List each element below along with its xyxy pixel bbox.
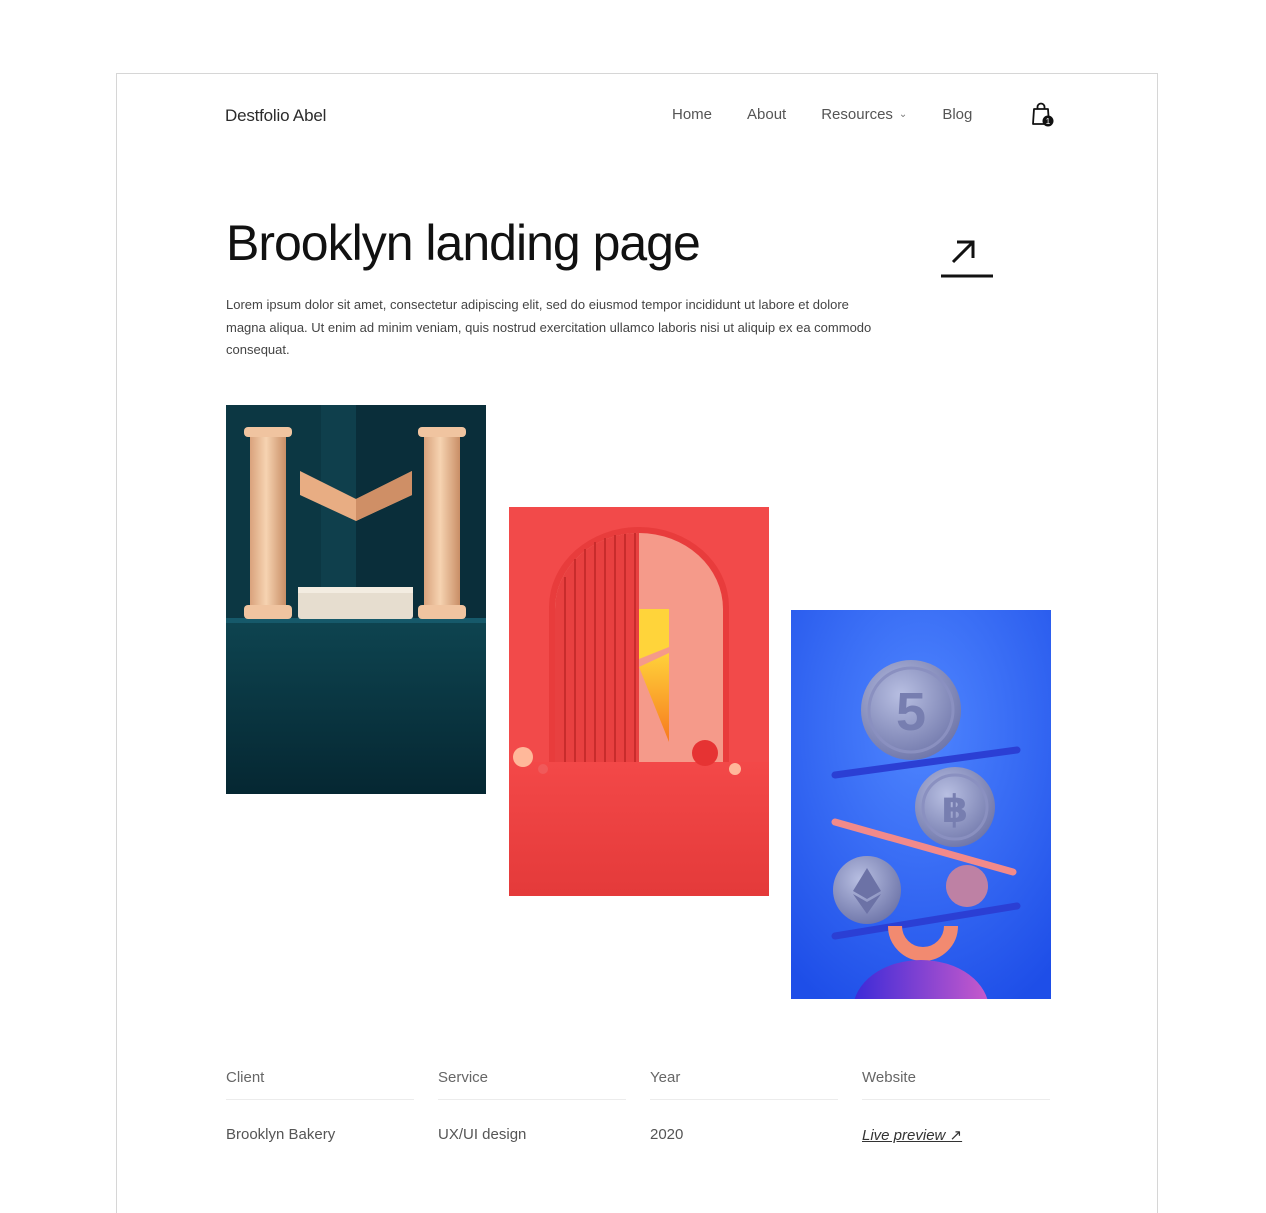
meta-year-value: 2020: [650, 1126, 684, 1143]
nav-blog-label: Blog: [942, 106, 973, 123]
nav-home[interactable]: Home: [672, 106, 712, 123]
meta-year-label: Year: [650, 1069, 838, 1100]
nav-about-label: About: [747, 106, 787, 123]
chevron-down-icon: ⌄: [898, 109, 908, 120]
meta-service-value: UX/UI design: [438, 1126, 527, 1143]
nav-home-label: Home: [672, 106, 713, 123]
meta-client-value: Brooklyn Bakery: [226, 1126, 336, 1143]
nav-resources-label: Resources: [821, 106, 893, 123]
gallery-image-arch[interactable]: [509, 507, 769, 896]
nav-resources[interactable]: Resources ⌄: [821, 106, 907, 123]
external-link-button[interactable]: [939, 226, 995, 282]
svg-text:฿: ฿: [942, 787, 968, 831]
main-nav: Home About Resources ⌄ Blog: [672, 106, 1007, 123]
coin-numeral: 5: [896, 682, 926, 742]
gallery-image-columns[interactable]: [226, 405, 486, 794]
meta-client: Client Brooklyn Bakery: [226, 1069, 414, 1143]
cart-count: 1: [1046, 117, 1051, 126]
meta-service-label: Service: [438, 1069, 626, 1100]
meta-client-label: Client: [226, 1069, 414, 1100]
page-frame: Destfolio Abel Home About Resources ⌄ Blo…: [116, 73, 1158, 1213]
meta-website: Website Live preview ↗: [862, 1069, 1050, 1144]
nav-blog[interactable]: Blog: [942, 106, 972, 123]
meta-website-label: Website: [862, 1069, 1050, 1100]
arrow-up-right-icon: [941, 240, 993, 278]
page-title: Brooklyn landing page: [226, 215, 701, 271]
shopping-bag-icon: 1: [1032, 102, 1054, 127]
live-preview-link[interactable]: Live preview ↗: [862, 1126, 1050, 1144]
project-description: Lorem ipsum dolor sit amet, consectetur …: [226, 297, 872, 357]
nav-about[interactable]: About: [747, 106, 786, 123]
gallery-image-coins[interactable]: 5 ฿: [791, 610, 1051, 999]
meta-year: Year 2020: [650, 1069, 838, 1143]
cart-button[interactable]: 1: [1029, 100, 1057, 128]
meta-service: Service UX/UI design: [438, 1069, 626, 1143]
brand-logo[interactable]: Destfolio Abel: [225, 106, 326, 126]
